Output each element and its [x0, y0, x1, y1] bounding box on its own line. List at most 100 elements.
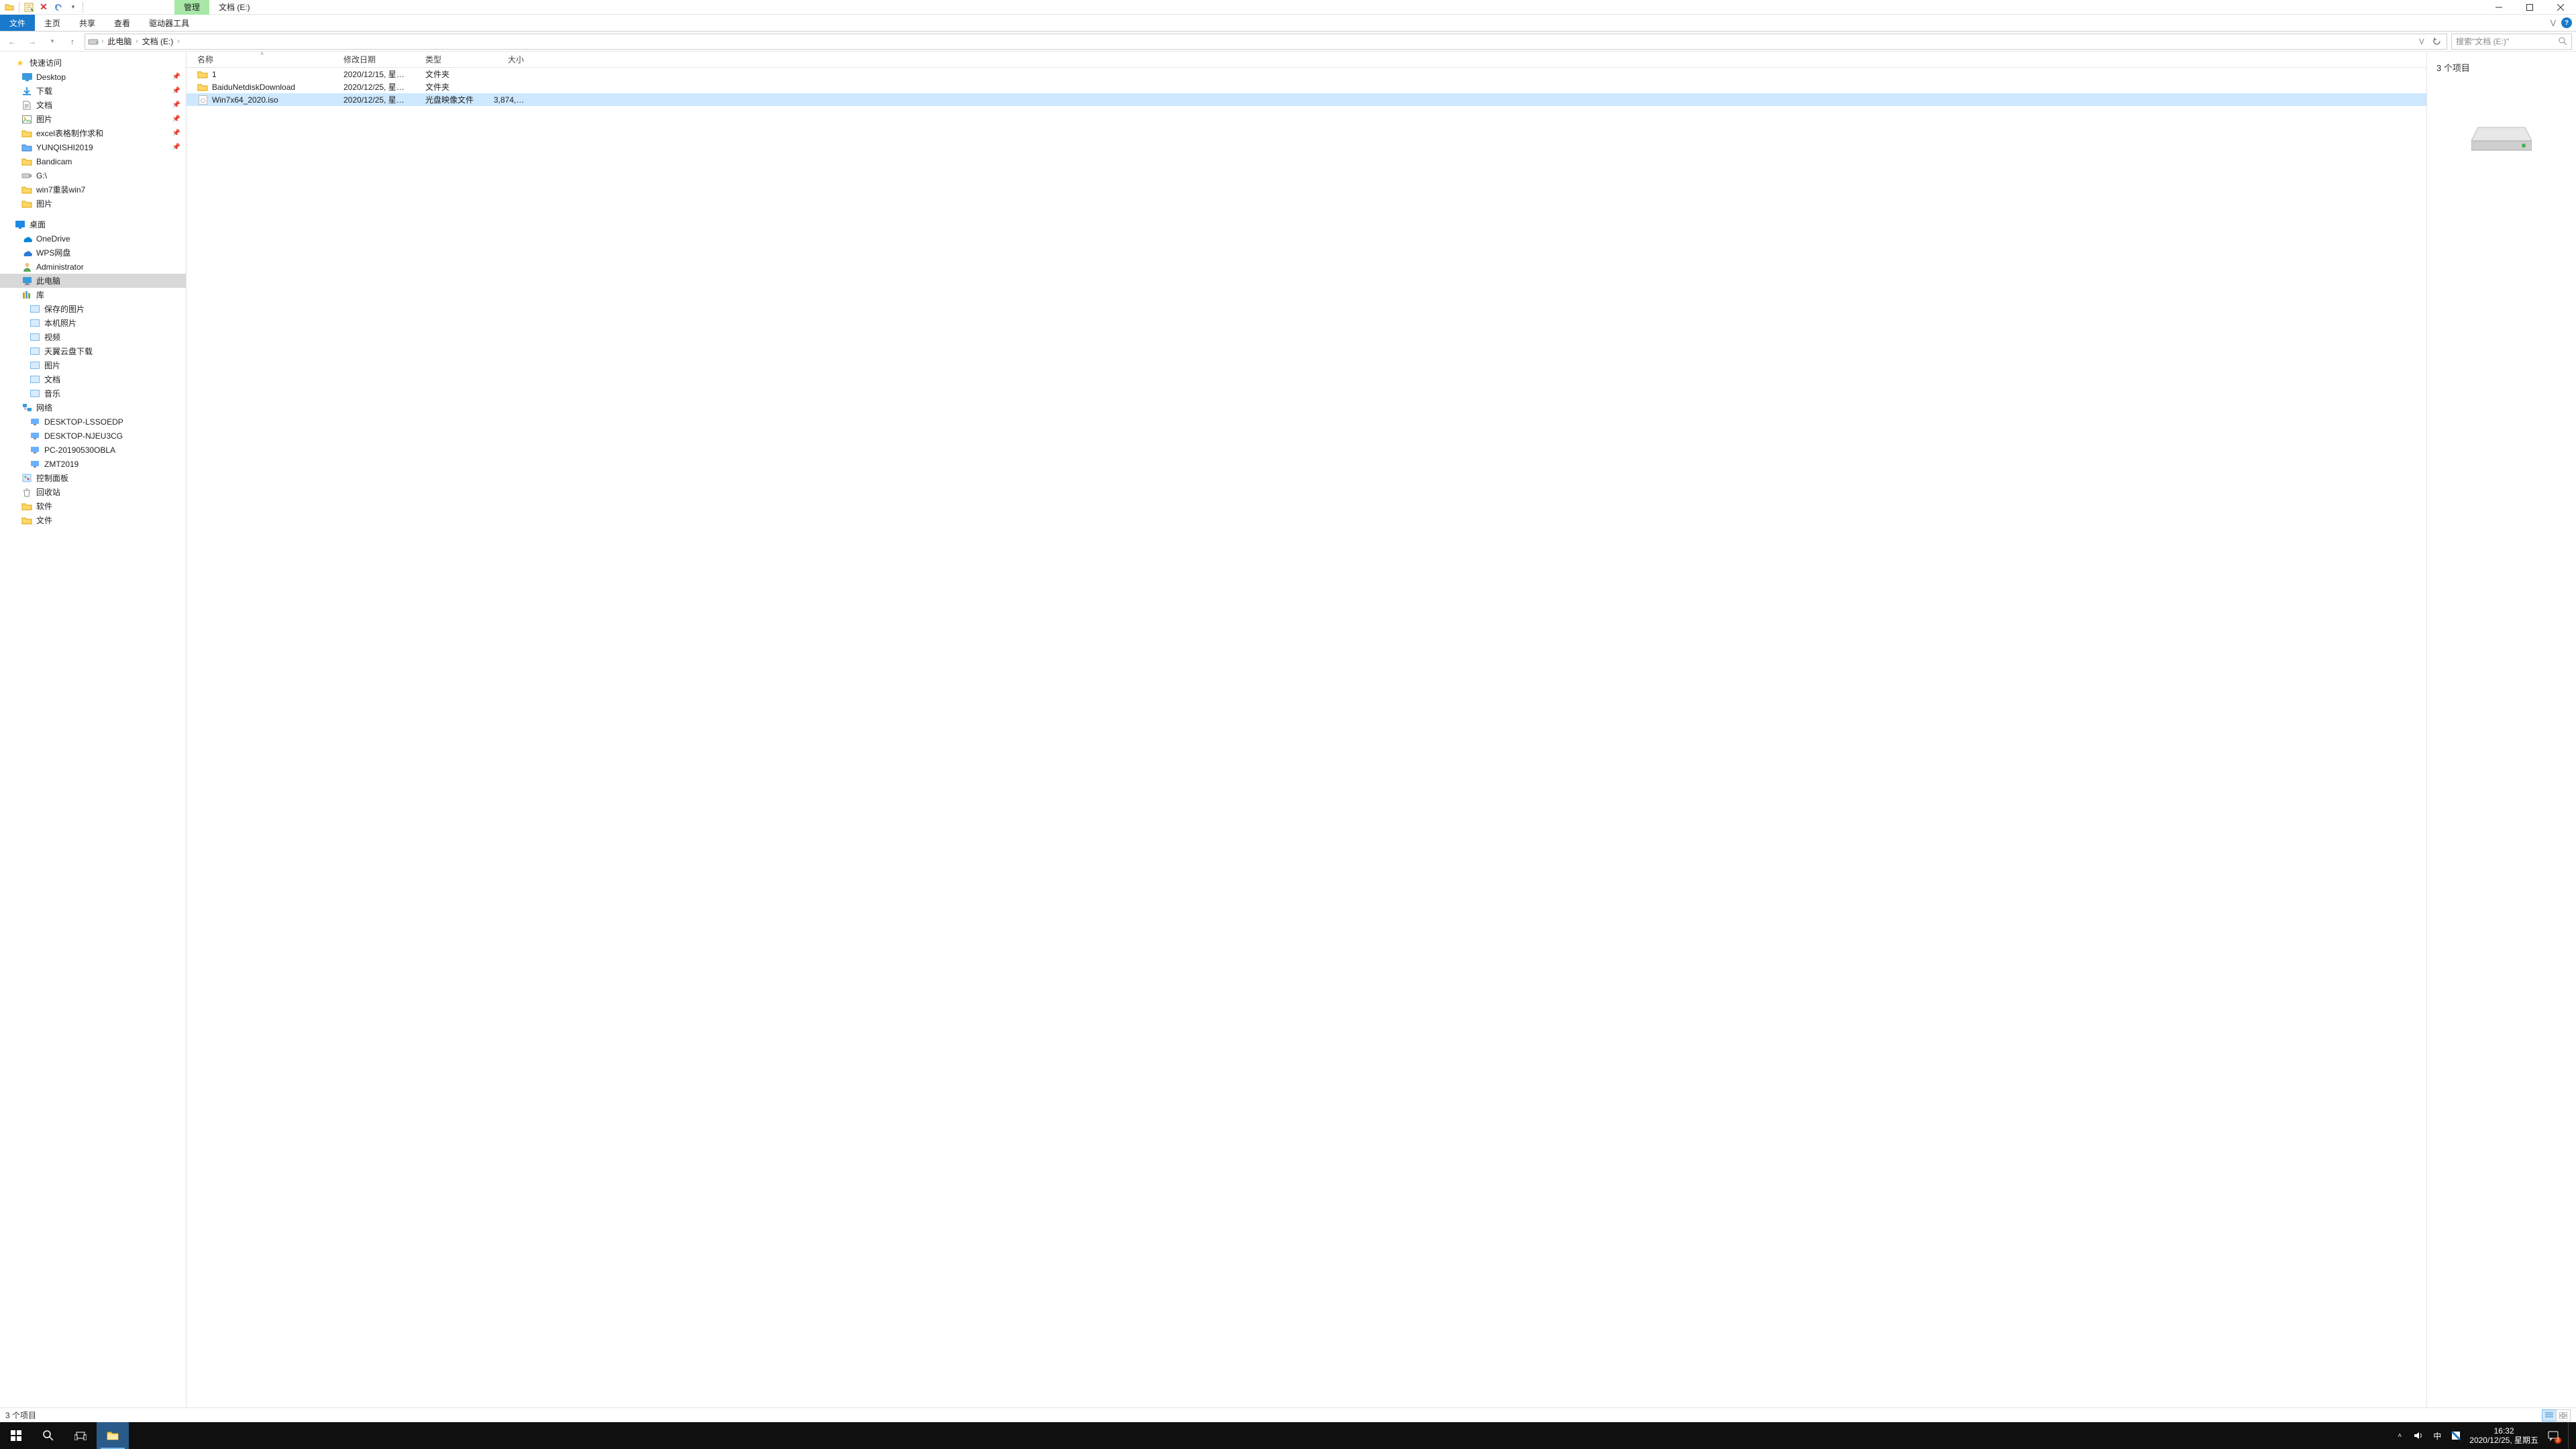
file-name: BaiduNetdiskDownload	[212, 83, 295, 92]
tree-label: excel表格制作求和	[36, 127, 103, 139]
folder-icon	[197, 69, 208, 80]
breadcrumb-sep: ›	[101, 38, 103, 45]
clock-date: 2020/12/25, 星期五	[2469, 1436, 2538, 1445]
pin-icon: 📌	[172, 129, 180, 137]
action-center-icon[interactable]: 3	[2546, 1429, 2560, 1442]
sidebar-item[interactable]: 文档	[0, 372, 186, 386]
volume-icon[interactable]	[2413, 1430, 2424, 1441]
undo-icon[interactable]	[53, 2, 64, 13]
tree-label: YUNQISHI2019	[36, 143, 93, 152]
folder-icon	[21, 515, 32, 526]
sidebar-item[interactable]: G:\	[0, 168, 186, 182]
ime-indicator[interactable]: 中	[2432, 1430, 2443, 1441]
delete-icon[interactable]: ✕	[38, 2, 49, 13]
sidebar-item[interactable]: 回收站	[0, 485, 186, 499]
sidebar-item[interactable]: 本机照片	[0, 316, 186, 330]
desktop-root[interactable]: 桌面	[0, 217, 186, 231]
tab-share[interactable]: 共享	[70, 15, 105, 31]
search-box[interactable]: 搜索"文档 (E:)"	[2451, 34, 2572, 50]
taskbar-explorer-button[interactable]	[97, 1422, 129, 1449]
pin-icon: 📌	[172, 101, 180, 109]
task-view-button[interactable]	[64, 1422, 97, 1449]
breadcrumb-this-pc[interactable]: 此电脑	[106, 36, 133, 47]
tree-label: 文档	[44, 374, 60, 385]
sidebar-item[interactable]: 文件	[0, 513, 186, 527]
sidebar-item[interactable]: 此电脑	[0, 274, 186, 288]
breadcrumb-sep: ›	[177, 38, 179, 45]
sidebar-item[interactable]: 保存的图片	[0, 302, 186, 316]
start-button[interactable]	[0, 1422, 32, 1449]
sidebar-item[interactable]: OneDrive	[0, 231, 186, 246]
tab-drive-tools[interactable]: 驱动器工具	[140, 15, 199, 31]
tray-overflow-icon[interactable]: ˄	[2394, 1430, 2405, 1441]
sidebar-item[interactable]: 图片📌	[0, 112, 186, 126]
context-tab-manage[interactable]: 管理	[174, 0, 209, 15]
back-button[interactable]: ←	[4, 34, 20, 50]
qat-dropdown-icon[interactable]: ▾	[68, 2, 78, 13]
sidebar-item[interactable]: 视频	[0, 330, 186, 344]
up-button[interactable]: ↑	[64, 34, 80, 50]
taskbar-search-button[interactable]	[32, 1422, 64, 1449]
sidebar-item[interactable]: excel表格制作求和 📌	[0, 126, 186, 140]
sidebar-item[interactable]: 文档📌	[0, 98, 186, 112]
help-icon[interactable]: ?	[2561, 17, 2572, 28]
sidebar-item[interactable]: Administrator	[0, 260, 186, 274]
sidebar-item[interactable]: 音乐	[0, 386, 186, 400]
file-size: 3,874,126...	[487, 95, 534, 105]
sidebar-item[interactable]: YUNQISHI2019📌	[0, 140, 186, 154]
minimize-button[interactable]	[2483, 0, 2514, 15]
sidebar-item[interactable]: 控制面板	[0, 471, 186, 485]
maximize-button[interactable]	[2514, 0, 2545, 15]
tree-label: 下载	[36, 85, 52, 97]
recent-dropdown[interactable]: ▾	[44, 34, 60, 50]
thumbnails-view-button[interactable]	[2556, 1409, 2571, 1421]
sidebar-item[interactable]: PC-20190530OBLA	[0, 443, 186, 457]
forward-button[interactable]: →	[24, 34, 40, 50]
sidebar-item[interactable]: Bandicam	[0, 154, 186, 168]
tab-home[interactable]: 主页	[35, 15, 70, 31]
tab-view[interactable]: 查看	[105, 15, 140, 31]
net-pc-icon	[30, 417, 40, 427]
tree-label: DESKTOP-NJEU3CG	[44, 431, 123, 441]
navigation-pane: ★ 快速访问 Desktop📌下载📌文档📌图片📌excel表格制作求和📌YUNQ…	[0, 52, 186, 1407]
properties-icon[interactable]	[23, 2, 34, 13]
security-icon[interactable]	[2451, 1430, 2461, 1441]
tab-file[interactable]: 文件	[0, 15, 35, 31]
sidebar-item[interactable]: Desktop📌	[0, 70, 186, 84]
column-date[interactable]: 修改日期	[337, 54, 419, 65]
quick-access-root[interactable]: ★ 快速访问	[0, 56, 186, 70]
window-title: 文档 (E:)	[209, 1, 260, 13]
sidebar-item[interactable]: 图片	[0, 358, 186, 372]
details-view-button[interactable]	[2542, 1409, 2557, 1421]
address-dropdown[interactable]: ⋁	[2414, 34, 2429, 49]
address-bar[interactable]: › 此电脑 › 文档 (E:) › ⋁	[85, 34, 2447, 50]
column-type[interactable]: 类型	[419, 54, 487, 65]
sidebar-item[interactable]: DESKTOP-NJEU3CG	[0, 429, 186, 443]
sidebar-item[interactable]: 网络	[0, 400, 186, 415]
sidebar-item[interactable]: 软件	[0, 499, 186, 513]
sidebar-item[interactable]: 图片	[0, 197, 186, 211]
column-headers: ˄ 名称 修改日期 类型 大小	[186, 52, 2426, 68]
taskbar-clock[interactable]: 16:32 2020/12/25, 星期五	[2469, 1426, 2538, 1446]
file-row[interactable]: 12020/12/15, 星期二 1...文件夹	[186, 68, 2426, 80]
sidebar-item[interactable]: 天翼云盘下载	[0, 344, 186, 358]
sidebar-item[interactable]: 库	[0, 288, 186, 302]
refresh-button[interactable]	[2429, 34, 2444, 49]
column-size[interactable]: 大小	[487, 54, 534, 65]
sidebar-item[interactable]: win7重装win7	[0, 182, 186, 197]
tree-label: 图片	[36, 113, 52, 125]
file-row[interactable]: BaiduNetdiskDownload 2020/12/25, 星期五 1...…	[186, 80, 2426, 93]
breadcrumb-current[interactable]: 文档 (E:)	[141, 36, 175, 47]
sidebar-item[interactable]: ZMT2019	[0, 457, 186, 471]
sidebar-item[interactable]: WPS网盘	[0, 246, 186, 260]
ribbon-expand-icon[interactable]: ⋁	[2551, 19, 2556, 27]
show-desktop-button[interactable]	[2568, 1422, 2572, 1449]
lib-item-icon	[30, 304, 40, 315]
sidebar-item[interactable]: 下载📌	[0, 84, 186, 98]
close-button[interactable]	[2545, 0, 2576, 15]
usb-icon	[21, 170, 32, 181]
file-date: 2020/12/25, 星期五 1...	[337, 81, 419, 93]
file-row[interactable]: Win7x64_2020.iso2020/12/25, 星期五 1...光盘映像…	[186, 93, 2426, 106]
folder-icon	[21, 156, 32, 167]
sidebar-item[interactable]: DESKTOP-LSSOEDP	[0, 415, 186, 429]
